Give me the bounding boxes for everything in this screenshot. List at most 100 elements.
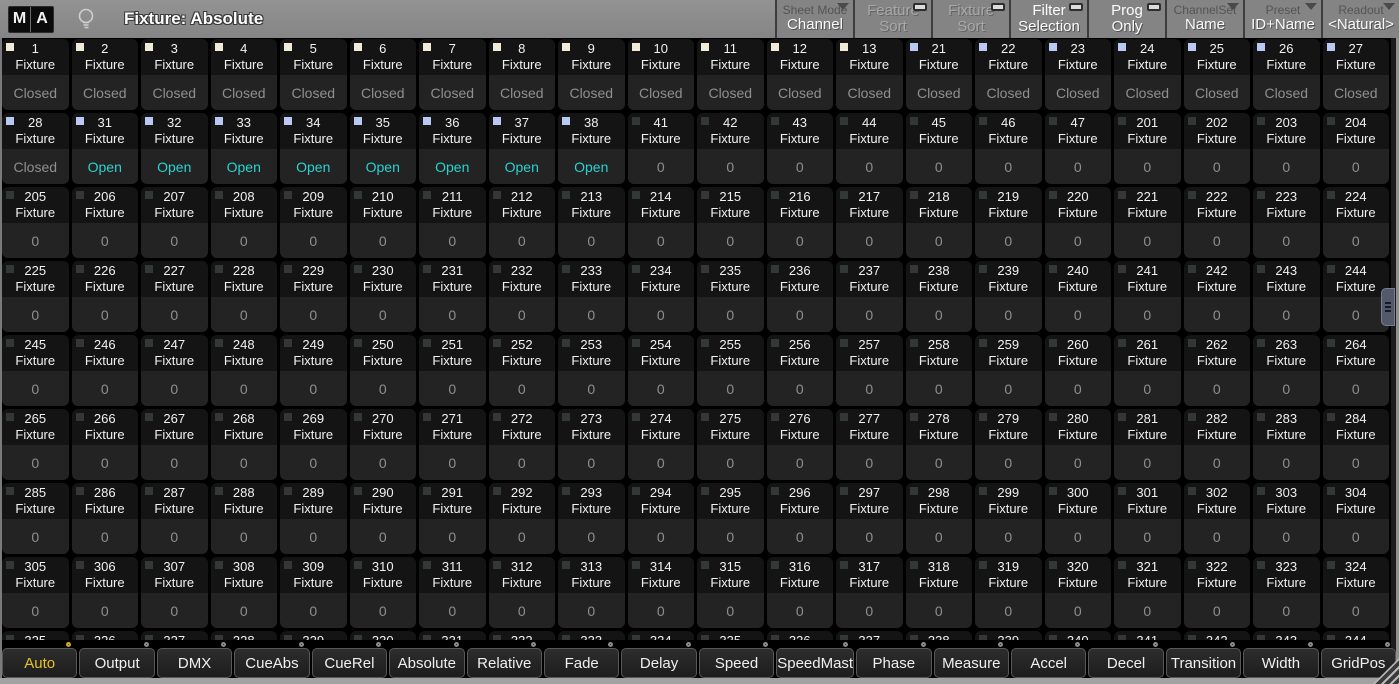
fixture-cell[interactable]: 210 Fixture 0: [349, 187, 416, 258]
fixture-cell[interactable]: 286 Fixture 0: [71, 483, 138, 554]
fixture-cell[interactable]: 275 Fixture 0: [697, 409, 764, 480]
fixture-cell[interactable]: 299 Fixture 0: [975, 483, 1042, 554]
fixture-cell[interactable]: 211 Fixture 0: [419, 187, 486, 258]
fixture-cell[interactable]: 250 Fixture 0: [349, 335, 416, 406]
fixture-cell[interactable]: 258 Fixture 0: [905, 335, 972, 406]
fixture-cell[interactable]: 273 Fixture 0: [558, 409, 625, 480]
fixture-cell[interactable]: 333Fixture: [558, 631, 625, 640]
fixture-cell[interactable]: 254 Fixture 0: [627, 335, 694, 406]
fixture-cell[interactable]: 235 Fixture 0: [697, 261, 764, 332]
fixture-cell[interactable]: 311 Fixture 0: [419, 557, 486, 628]
fixture-cell[interactable]: 221 Fixture 0: [1114, 187, 1181, 258]
fixture-cell[interactable]: 300 Fixture 0: [1044, 483, 1111, 554]
fixture-cell[interactable]: 317 Fixture 0: [836, 557, 903, 628]
fixture-cell[interactable]: 339Fixture: [975, 631, 1042, 640]
fixture-cell[interactable]: 219 Fixture 0: [975, 187, 1042, 258]
fixture-cell[interactable]: 269 Fixture 0: [280, 409, 347, 480]
fixture-cell[interactable]: 260 Fixture 0: [1044, 335, 1111, 406]
fixture-cell[interactable]: 12 Fixture Closed: [766, 39, 833, 110]
fixture-cell[interactable]: 244 Fixture 0: [1322, 261, 1389, 332]
fixture-cell[interactable]: 22 Fixture Closed: [975, 39, 1042, 110]
fixture-cell[interactable]: 320 Fixture 0: [1044, 557, 1111, 628]
ma-logo[interactable]: M A: [8, 5, 54, 33]
fixture-cell[interactable]: 234 Fixture 0: [627, 261, 694, 332]
fixture-cell[interactable]: 26 Fixture Closed: [1253, 39, 1320, 110]
fixture-cell[interactable]: 10 Fixture Closed: [627, 39, 694, 110]
fixture-cell[interactable]: 233 Fixture 0: [558, 261, 625, 332]
fixture-cell[interactable]: 213 Fixture 0: [558, 187, 625, 258]
fixture-sort-button[interactable]: Fixture Sort: [931, 0, 1009, 38]
fixture-cell[interactable]: 274 Fixture 0: [627, 409, 694, 480]
fixture-cell[interactable]: 5 Fixture Closed: [280, 39, 347, 110]
tab-fade[interactable]: Fade: [543, 642, 620, 678]
fixture-cell[interactable]: 217 Fixture 0: [836, 187, 903, 258]
tab-decel[interactable]: Decel: [1088, 642, 1164, 678]
fixture-cell[interactable]: 253 Fixture 0: [558, 335, 625, 406]
fixture-cell[interactable]: 212 Fixture 0: [488, 187, 555, 258]
fixture-cell[interactable]: 38 Fixture Open: [558, 113, 625, 184]
fixture-cell[interactable]: 312 Fixture 0: [488, 557, 555, 628]
tab-speedmast[interactable]: SpeedMast: [776, 642, 855, 678]
fixture-cell[interactable]: 328Fixture: [210, 631, 277, 640]
tab-relative[interactable]: Relative: [466, 642, 542, 678]
fixture-cell[interactable]: 205 Fixture 0: [2, 187, 69, 258]
fixture-cell[interactable]: 231 Fixture 0: [419, 261, 486, 332]
fixture-cell[interactable]: 265 Fixture 0: [2, 409, 69, 480]
fixture-cell[interactable]: 46 Fixture 0: [975, 113, 1042, 184]
fixture-cell[interactable]: 309 Fixture 0: [280, 557, 347, 628]
fixture-cell[interactable]: 276 Fixture 0: [766, 409, 833, 480]
tab-transition[interactable]: Transition: [1165, 642, 1242, 678]
fixture-cell[interactable]: 4 Fixture Closed: [210, 39, 277, 110]
fixture-cell[interactable]: 268 Fixture 0: [210, 409, 277, 480]
channelset-button[interactable]: ChannelSet Name: [1165, 0, 1243, 38]
tab-phase[interactable]: Phase: [856, 642, 932, 678]
fixture-cell[interactable]: 329Fixture: [280, 631, 347, 640]
fixture-cell[interactable]: 35 Fixture Open: [349, 113, 416, 184]
fixture-cell[interactable]: 248 Fixture 0: [210, 335, 277, 406]
fixture-cell[interactable]: 297 Fixture 0: [836, 483, 903, 554]
fixture-cell[interactable]: 343Fixture: [1253, 631, 1320, 640]
fixture-cell[interactable]: 25 Fixture Closed: [1183, 39, 1250, 110]
fixture-cell[interactable]: 23 Fixture Closed: [1044, 39, 1111, 110]
fixture-cell[interactable]: 262 Fixture 0: [1183, 335, 1250, 406]
fixture-cell[interactable]: 203 Fixture 0: [1253, 113, 1320, 184]
fixture-cell[interactable]: 337Fixture: [836, 631, 903, 640]
fixture-cell[interactable]: 271 Fixture 0: [419, 409, 486, 480]
fixture-cell[interactable]: 34 Fixture Open: [280, 113, 347, 184]
tab-measure[interactable]: Measure: [933, 642, 1009, 678]
fixture-cell[interactable]: 326Fixture: [71, 631, 138, 640]
fixture-cell[interactable]: 280 Fixture 0: [1044, 409, 1111, 480]
fixture-cell[interactable]: 218 Fixture 0: [905, 187, 972, 258]
fixture-cell[interactable]: 223 Fixture 0: [1253, 187, 1320, 258]
tab-speed[interactable]: Speed: [698, 642, 775, 678]
fixture-cell[interactable]: 284 Fixture 0: [1322, 409, 1389, 480]
fixture-cell[interactable]: 245 Fixture 0: [2, 335, 69, 406]
fixture-cell[interactable]: 290 Fixture 0: [349, 483, 416, 554]
fixture-cell[interactable]: 33 Fixture Open: [210, 113, 277, 184]
fixture-cell[interactable]: 266 Fixture 0: [71, 409, 138, 480]
fixture-cell[interactable]: 344Fixture: [1322, 631, 1389, 640]
fixture-cell[interactable]: 249 Fixture 0: [280, 335, 347, 406]
fixture-cell[interactable]: 277 Fixture 0: [836, 409, 903, 480]
fixture-cell[interactable]: 28 Fixture Closed: [2, 113, 69, 184]
fixture-cell[interactable]: 296 Fixture 0: [766, 483, 833, 554]
fixture-cell[interactable]: 9 Fixture Closed: [558, 39, 625, 110]
fixture-cell[interactable]: 304 Fixture 0: [1322, 483, 1389, 554]
fixture-cell[interactable]: 37 Fixture Open: [488, 113, 555, 184]
fixture-cell[interactable]: 228 Fixture 0: [210, 261, 277, 332]
fixture-cell[interactable]: 43 Fixture 0: [766, 113, 833, 184]
fixture-cell[interactable]: 336Fixture: [766, 631, 833, 640]
scrollbar-thumb[interactable]: [1381, 288, 1395, 326]
fixture-cell[interactable]: 21 Fixture Closed: [905, 39, 972, 110]
fixture-cell[interactable]: 36 Fixture Open: [419, 113, 486, 184]
fixture-cell[interactable]: 315 Fixture 0: [697, 557, 764, 628]
fixture-cell[interactable]: 226 Fixture 0: [71, 261, 138, 332]
fixture-cell[interactable]: 261 Fixture 0: [1114, 335, 1181, 406]
fixture-cell[interactable]: 305 Fixture 0: [2, 557, 69, 628]
fixture-cell[interactable]: 229 Fixture 0: [280, 261, 347, 332]
fixture-cell[interactable]: 2 Fixture Closed: [71, 39, 138, 110]
fixture-cell[interactable]: 202 Fixture 0: [1183, 113, 1250, 184]
sheet-mode-button[interactable]: Sheet Mode Channel: [775, 0, 853, 38]
fixture-cell[interactable]: 1 Fixture Closed: [2, 39, 69, 110]
fixture-cell[interactable]: 288 Fixture 0: [210, 483, 277, 554]
